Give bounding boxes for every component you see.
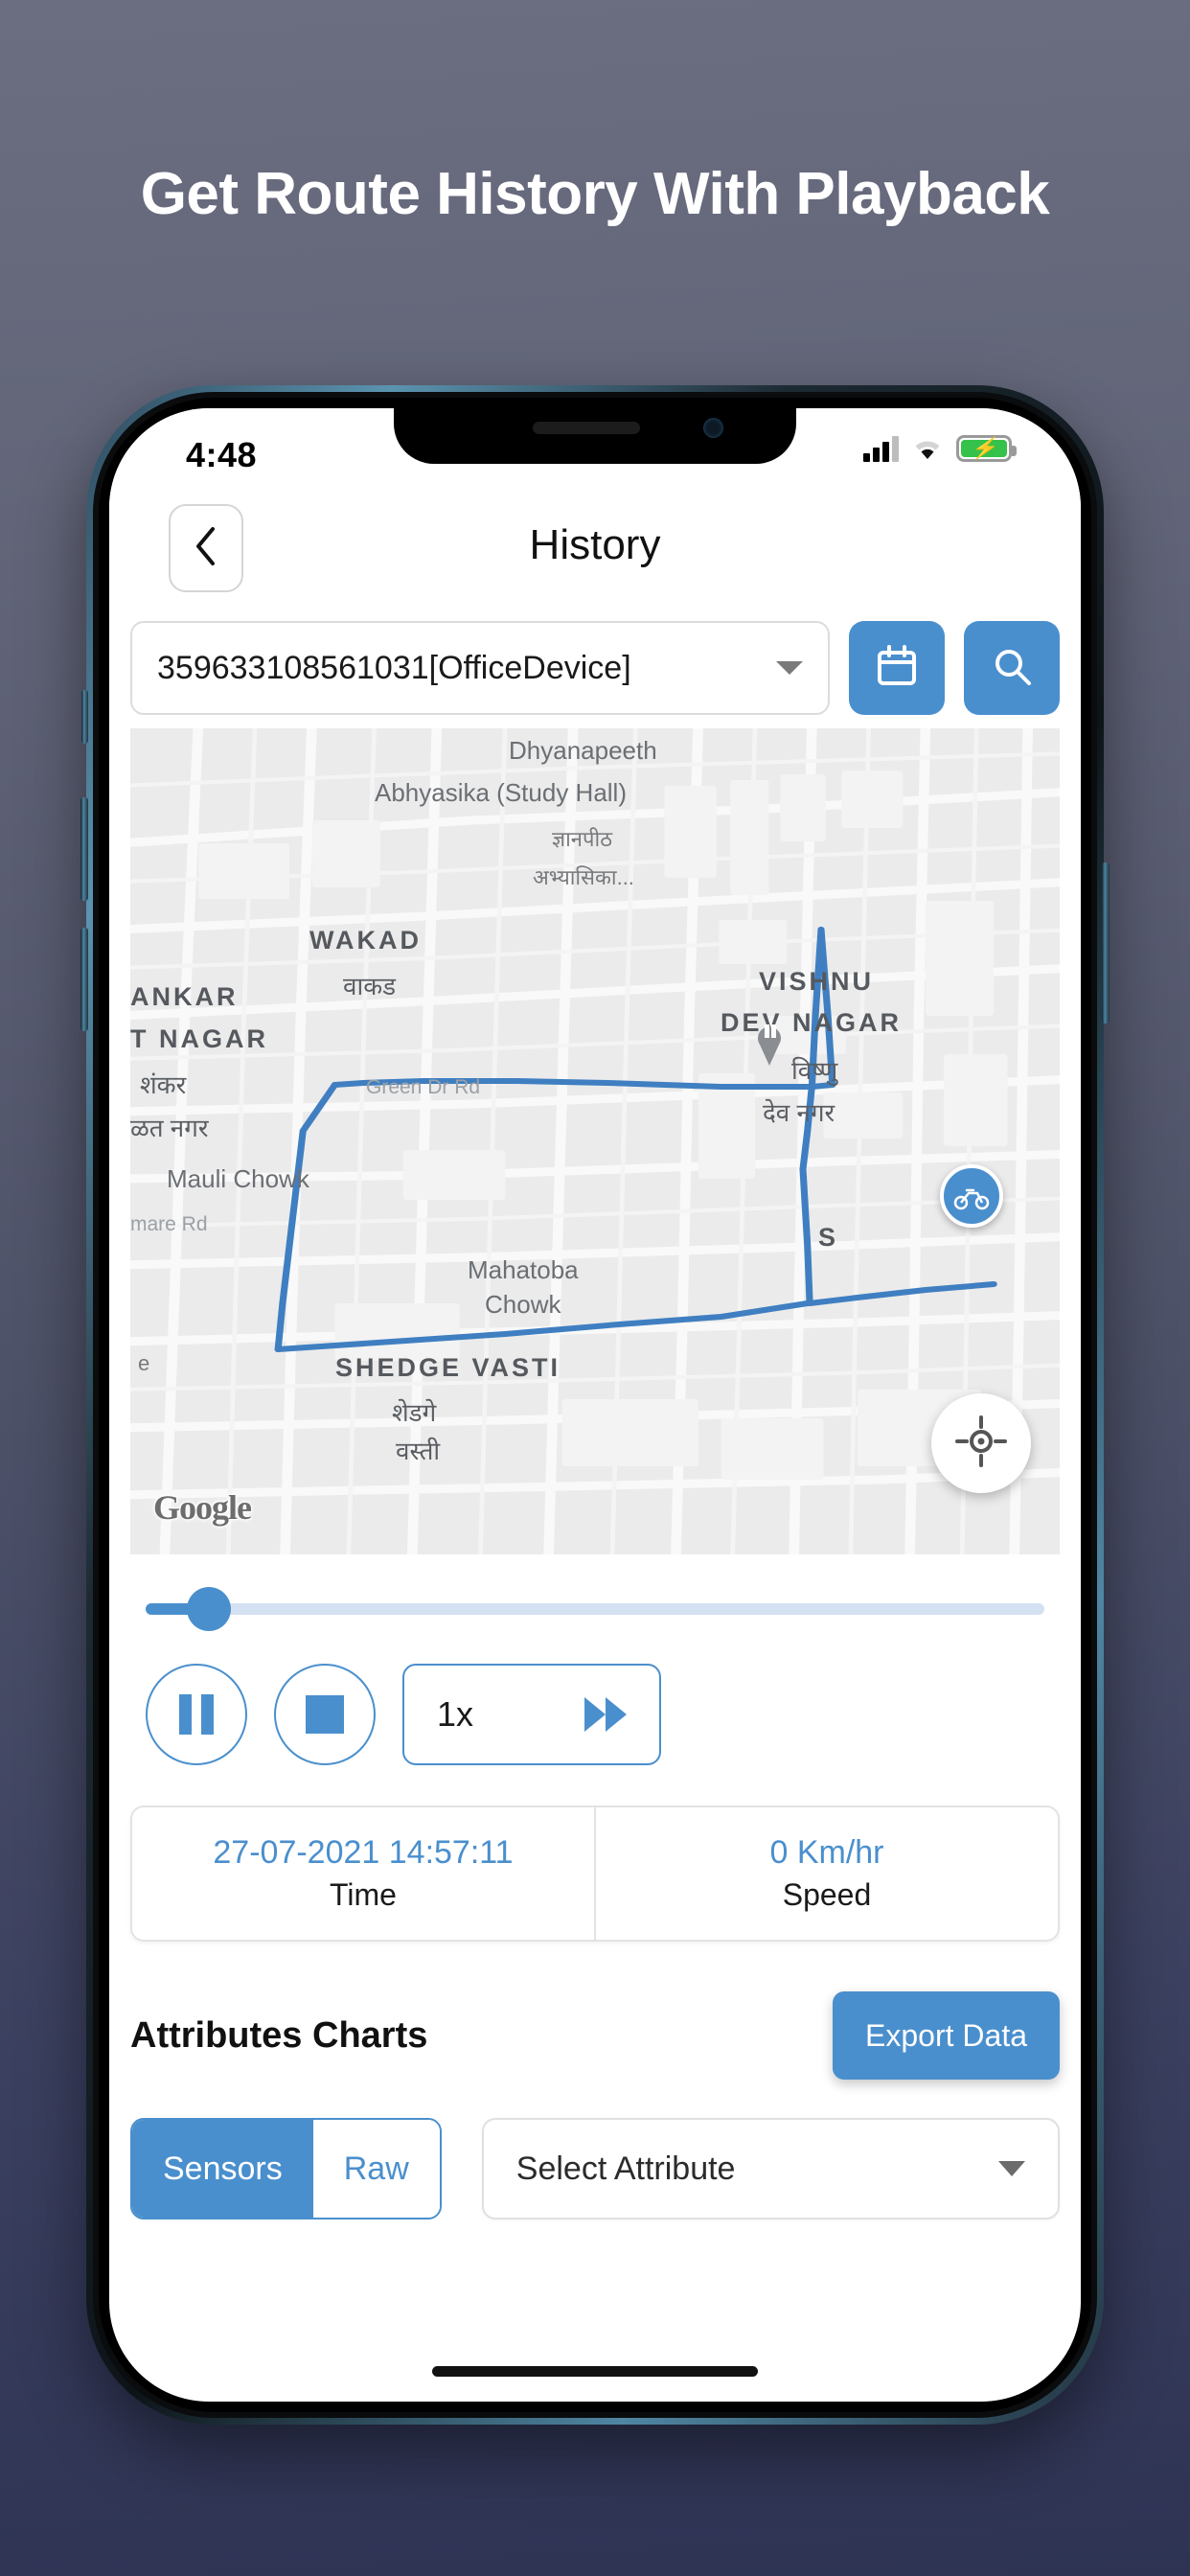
pause-button[interactable] — [146, 1664, 247, 1765]
speed-label: Speed — [782, 1877, 872, 1912]
attributes-header: Attributes Charts Export Data — [109, 1942, 1081, 2080]
attributes-charts-title: Attributes Charts — [130, 2014, 428, 2056]
app-header: History — [109, 500, 1081, 613]
search-button[interactable] — [964, 621, 1060, 715]
battery-charging-icon: ⚡ — [956, 435, 1017, 462]
map-pin-icon — [751, 1016, 788, 1066]
earpiece-speaker — [533, 422, 641, 434]
attributes-controls-row: Sensors Raw Select Attribute — [109, 2080, 1081, 2220]
stop-icon — [306, 1695, 344, 1734]
time-value: 27-07-2021 14:57:11 — [213, 1834, 514, 1871]
time-label: Time — [330, 1877, 397, 1912]
signal-bars-icon — [863, 435, 899, 462]
pause-icon — [179, 1694, 214, 1735]
map-canvas — [130, 728, 1060, 1554]
calendar-icon — [874, 643, 920, 694]
chevron-down-icon — [776, 661, 803, 675]
playback-speed-value: 1x — [437, 1694, 474, 1734]
sensors-raw-toggle[interactable]: Sensors Raw — [130, 2118, 442, 2220]
status-bar-time: 4:48 — [186, 435, 258, 474]
display-notch — [394, 408, 796, 464]
front-camera — [703, 418, 723, 438]
search-icon — [989, 643, 1035, 694]
playback-speed-button[interactable]: 1x — [402, 1664, 661, 1765]
attribute-select[interactable]: Select Attribute — [481, 2118, 1060, 2220]
promo-headline: Get Route History With Playback — [140, 161, 1050, 227]
route-map[interactable]: Dhyanapeeth Abhyasika (Study Hall) ज्ञान… — [130, 728, 1060, 1554]
page-title: History — [529, 521, 661, 568]
power-button[interactable] — [1102, 862, 1110, 1024]
device-select[interactable]: 359633108561031[OfficeDevice] — [130, 621, 830, 715]
fast-forward-icon — [584, 1697, 627, 1732]
speed-cell: 0 Km/hr Speed — [594, 1807, 1058, 1940]
telemetry-card: 27-07-2021 14:57:11 Time 0 Km/hr Speed — [130, 1806, 1060, 1942]
attribute-select-value: Select Attribute — [515, 2150, 736, 2187]
google-logo: Google — [153, 1488, 252, 1527]
stop-button[interactable] — [274, 1664, 376, 1765]
slider-thumb[interactable] — [186, 1587, 231, 1631]
speed-value: 0 Km/hr — [769, 1834, 884, 1871]
time-cell: 27-07-2021 14:57:11 Time — [132, 1807, 594, 1940]
export-data-button[interactable]: Export Data — [833, 1991, 1060, 2080]
device-selector-row: 359633108561031[OfficeDevice] — [109, 613, 1081, 715]
mute-switch[interactable] — [81, 690, 88, 744]
status-bar: 4:48 ⚡ — [109, 408, 1081, 500]
playback-slider[interactable] — [146, 1587, 1044, 1631]
slider-track — [146, 1603, 1044, 1615]
status-bar-icons: ⚡ — [863, 435, 1017, 462]
wifi-icon — [911, 436, 944, 461]
my-location-icon — [955, 1414, 1007, 1472]
volume-down-button[interactable] — [80, 928, 88, 1031]
device-select-value: 359633108561031[OfficeDevice] — [157, 649, 631, 686]
volume-up-button[interactable] — [80, 797, 88, 901]
playback-controls: 1x — [109, 1631, 1081, 1765]
chevron-down-icon — [998, 2161, 1025, 2176]
motorcycle-marker-icon[interactable] — [940, 1164, 1003, 1228]
segment-sensors[interactable]: Sensors — [132, 2120, 313, 2218]
my-location-button[interactable] — [931, 1393, 1031, 1493]
phone-mockup: 4:48 ⚡ History 359633108561031[OfficeDev… — [80, 385, 1110, 2425]
home-indicator[interactable] — [432, 2366, 758, 2377]
calendar-button[interactable] — [849, 621, 945, 715]
phone-screen: 4:48 ⚡ History 359633108561031[OfficeDev… — [109, 408, 1081, 2402]
segment-raw[interactable]: Raw — [312, 2120, 440, 2218]
